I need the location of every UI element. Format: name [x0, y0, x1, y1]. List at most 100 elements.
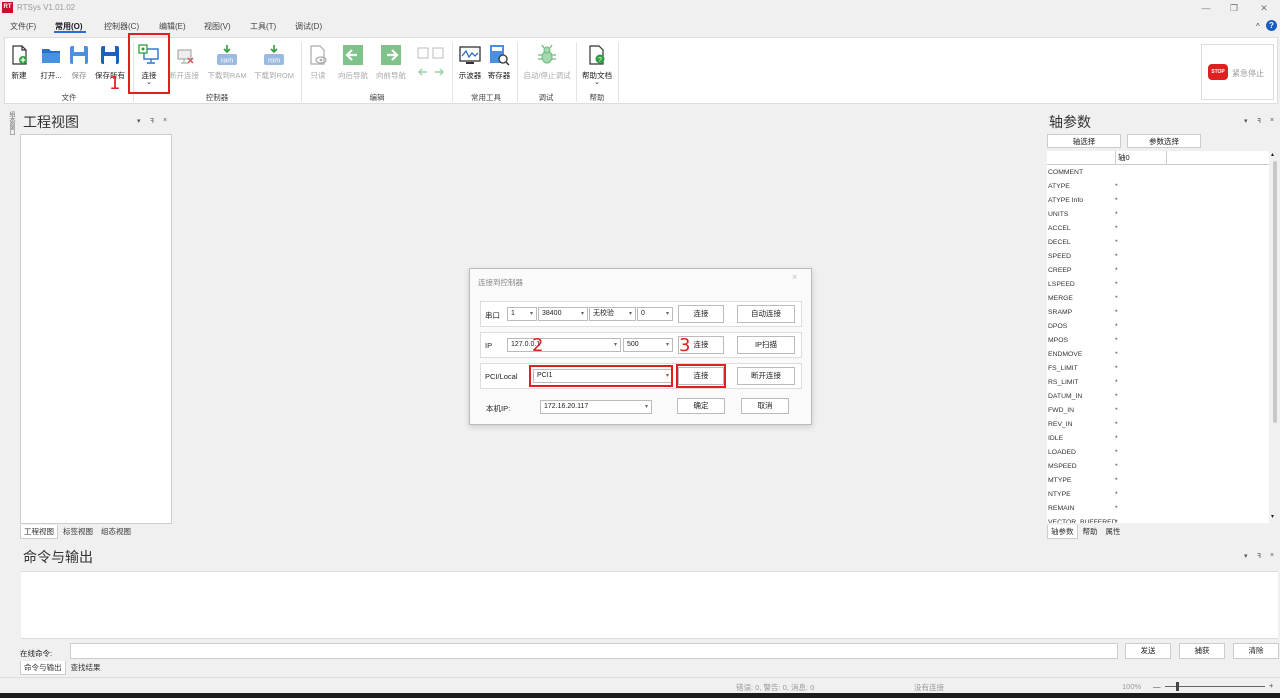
axis-select-button[interactable]: 轴选择: [1047, 134, 1121, 148]
axis-param-value[interactable]: *: [1115, 264, 1118, 278]
axis-param-value[interactable]: *: [1115, 516, 1118, 523]
axis-param-value[interactable]: *: [1115, 502, 1118, 516]
restore-button[interactable]: ❐: [1224, 2, 1244, 14]
axis-param-row[interactable]: MERGE *: [1047, 292, 1269, 306]
collapse-ribbon-icon[interactable]: ^: [1256, 22, 1260, 31]
scrollbar-thumb[interactable]: [1273, 161, 1277, 423]
axis-param-value[interactable]: *: [1115, 306, 1118, 320]
menu-debug[interactable]: 调试(D): [295, 21, 322, 32]
axis-param-row[interactable]: FS_LIMIT *: [1047, 362, 1269, 376]
axis-param-value[interactable]: *: [1115, 222, 1118, 236]
axis-param-row[interactable]: NTYPE *: [1047, 488, 1269, 502]
tab-label-view[interactable]: 标签视图: [60, 525, 96, 538]
zoom-in-button[interactable]: +: [1269, 681, 1273, 690]
axis-param-row[interactable]: DPOS *: [1047, 320, 1269, 334]
emergency-stop-button[interactable]: STOP 紧急停止: [1201, 44, 1274, 100]
disconnect-button[interactable]: 断开连接: [165, 42, 203, 86]
download-ram-button[interactable]: ram 下载到RAM: [204, 42, 250, 86]
axis-param-row[interactable]: ATYPE Info *: [1047, 194, 1269, 208]
close-window-button[interactable]: ✕: [1254, 2, 1274, 14]
menu-file[interactable]: 文件(F): [10, 21, 36, 32]
axis-param-value[interactable]: *: [1115, 250, 1118, 264]
axis-param-value[interactable]: *: [1115, 194, 1118, 208]
side-tab-config[interactable]: 组态窗口: [4, 111, 16, 141]
axis-param-row[interactable]: LSPEED *: [1047, 278, 1269, 292]
ip-timeout-select[interactable]: 500 ▾: [623, 338, 673, 352]
axis-param-value[interactable]: *: [1115, 376, 1118, 390]
online-command-input[interactable]: [70, 643, 1118, 659]
panel-dropdown-icon[interactable]: ▾: [1244, 117, 1248, 125]
axis-param-value[interactable]: *: [1115, 278, 1118, 292]
tab-command-output[interactable]: 命令与输出: [20, 661, 66, 675]
menu-tools[interactable]: 工具(T): [250, 21, 276, 32]
axis-param-row[interactable]: REMAIN *: [1047, 502, 1269, 516]
axis-param-value[interactable]: *: [1115, 334, 1118, 348]
start-stop-debug-button[interactable]: 启动/停止调试: [519, 42, 575, 86]
axis-param-row[interactable]: DATUM_IN *: [1047, 390, 1269, 404]
axis-param-row[interactable]: MSPEED *: [1047, 460, 1269, 474]
axis-param-value[interactable]: *: [1115, 460, 1118, 474]
new-button[interactable]: 新建: [3, 42, 35, 86]
zoom-slider-track[interactable]: [1165, 686, 1265, 687]
panel-dropdown-icon[interactable]: ▾: [1244, 552, 1248, 560]
axis-param-row[interactable]: SRAMP *: [1047, 306, 1269, 320]
send-button[interactable]: 发送: [1125, 643, 1171, 659]
axis-table-scrollbar[interactable]: ▴ ▾: [1271, 151, 1279, 523]
axis-param-row[interactable]: ATYPE *: [1047, 180, 1269, 194]
axis-param-row[interactable]: MPOS *: [1047, 334, 1269, 348]
minimize-button[interactable]: —: [1196, 2, 1216, 14]
menu-view[interactable]: 视图(V): [204, 21, 231, 32]
axis-param-value[interactable]: *: [1115, 418, 1118, 432]
command-output-area[interactable]: [21, 571, 1278, 639]
navigate-back-button[interactable]: 向后导航: [333, 42, 373, 86]
panel-close-icon[interactable]: ×: [1270, 552, 1274, 559]
axis-param-value[interactable]: *: [1115, 474, 1118, 488]
oscilloscope-button[interactable]: 示波器: [455, 42, 485, 86]
download-rom-button[interactable]: rom 下载到ROM: [251, 42, 297, 86]
axis-param-value[interactable]: *: [1115, 208, 1118, 222]
baud-rate-select[interactable]: 38400 ▾: [538, 307, 588, 321]
panel-pin-icon[interactable]: ꟻ: [1257, 552, 1261, 560]
axis-param-row[interactable]: MTYPE *: [1047, 474, 1269, 488]
axis-param-row[interactable]: ACCEL *: [1047, 222, 1269, 236]
ip-scan-button[interactable]: IP扫描: [737, 336, 795, 354]
zoom-out-button[interactable]: —: [1153, 682, 1161, 691]
help-document-button[interactable]: ? 帮助文档 ⌄: [577, 42, 617, 86]
panel-pin-icon[interactable]: ꟻ: [150, 117, 154, 125]
panel-close-icon[interactable]: ×: [163, 117, 167, 124]
tab-config-view[interactable]: 组态视图: [98, 525, 134, 538]
tab-project-view[interactable]: 工程视图: [20, 525, 58, 539]
serial-extra-select[interactable]: 0 ▾: [637, 307, 673, 321]
auto-connect-button[interactable]: 自动连接: [737, 305, 795, 323]
ip-address-select[interactable]: 127.0.0.1 ▾: [507, 338, 621, 352]
panel-dropdown-icon[interactable]: ▾: [137, 117, 141, 125]
axis-param-value[interactable]: *: [1115, 348, 1118, 362]
scroll-down-icon[interactable]: ▾: [1271, 513, 1274, 520]
axis-param-value[interactable]: *: [1115, 320, 1118, 334]
help-dropdown-icon[interactable]: ⌄: [577, 78, 617, 86]
axis-param-value[interactable]: *: [1115, 180, 1118, 194]
cancel-button[interactable]: 取消: [741, 398, 789, 414]
axis-param-value[interactable]: *: [1115, 362, 1118, 376]
panel-close-icon[interactable]: ×: [1270, 117, 1274, 124]
ok-button[interactable]: 确定: [677, 398, 725, 414]
axis-param-row[interactable]: ENDMOVE *: [1047, 348, 1269, 362]
axis-param-value[interactable]: *: [1115, 236, 1118, 250]
zoom-slider-thumb[interactable]: [1176, 682, 1179, 691]
dialog-close-icon[interactable]: ×: [792, 272, 797, 282]
panel-pin-icon[interactable]: ꟻ: [1257, 117, 1261, 125]
axis-param-row[interactable]: IDLE *: [1047, 432, 1269, 446]
tab-properties[interactable]: 属性: [1103, 525, 1124, 538]
axis-param-row[interactable]: CREEP *: [1047, 264, 1269, 278]
axis-param-value[interactable]: *: [1115, 488, 1118, 502]
axis-param-value[interactable]: *: [1115, 432, 1118, 446]
navigate-forward-button[interactable]: 向前导航: [371, 42, 411, 86]
axis-param-value[interactable]: *: [1115, 446, 1118, 460]
serial-connect-button[interactable]: 连接: [678, 305, 724, 323]
axis-param-row[interactable]: REV_IN *: [1047, 418, 1269, 432]
axis-param-row[interactable]: DECEL *: [1047, 236, 1269, 250]
axis-param-row[interactable]: VECTOR_BUFFERED *: [1047, 516, 1269, 523]
axis-param-row[interactable]: FWD_IN *: [1047, 404, 1269, 418]
axis-param-value[interactable]: *: [1115, 390, 1118, 404]
serial-port-select[interactable]: 1 ▾: [507, 307, 537, 321]
